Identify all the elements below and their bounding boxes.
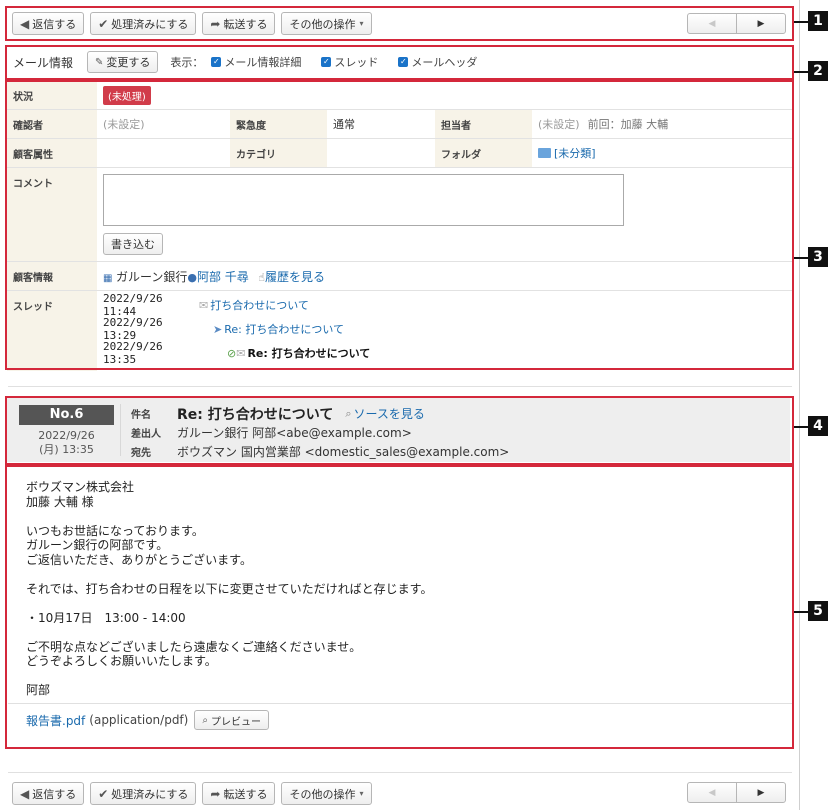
chevron-down-icon: ▾ [359, 789, 364, 798]
prev-button[interactable]: ◀ [687, 782, 737, 803]
marker-5: 5 [808, 601, 828, 621]
marker-2: 2 [808, 61, 828, 81]
bottom-pager: ◀ ▶ [687, 782, 832, 803]
annotation-box-1 [5, 6, 794, 41]
forward-button[interactable]: ➦ 転送する [202, 782, 276, 805]
annotation-box-4 [5, 396, 794, 465]
next-button[interactable]: ▶ [736, 782, 786, 803]
annotation-box-3 [5, 80, 794, 370]
bottom-toolbar: ◀ 返信する ✔ 処理済みにする ➦ 転送する その他の操作 ▾ [12, 782, 372, 806]
annotation-box-5 [5, 465, 794, 749]
bottom-separator [8, 772, 792, 773]
reply-icon: ◀ [20, 786, 30, 801]
marker-3: 3 [808, 247, 828, 267]
forward-icon: ➦ [210, 786, 221, 801]
mark-done-button[interactable]: ✔ 処理済みにする [90, 782, 197, 805]
reply-button[interactable]: ◀ 返信する [12, 782, 85, 805]
check-icon: ✔ [98, 786, 109, 801]
annotation-box-2 [5, 45, 794, 80]
other-actions-button[interactable]: その他の操作 ▾ [281, 782, 372, 805]
marker-4: 4 [808, 416, 828, 436]
section-separator [8, 386, 792, 387]
marker-1: 1 [808, 11, 828, 31]
